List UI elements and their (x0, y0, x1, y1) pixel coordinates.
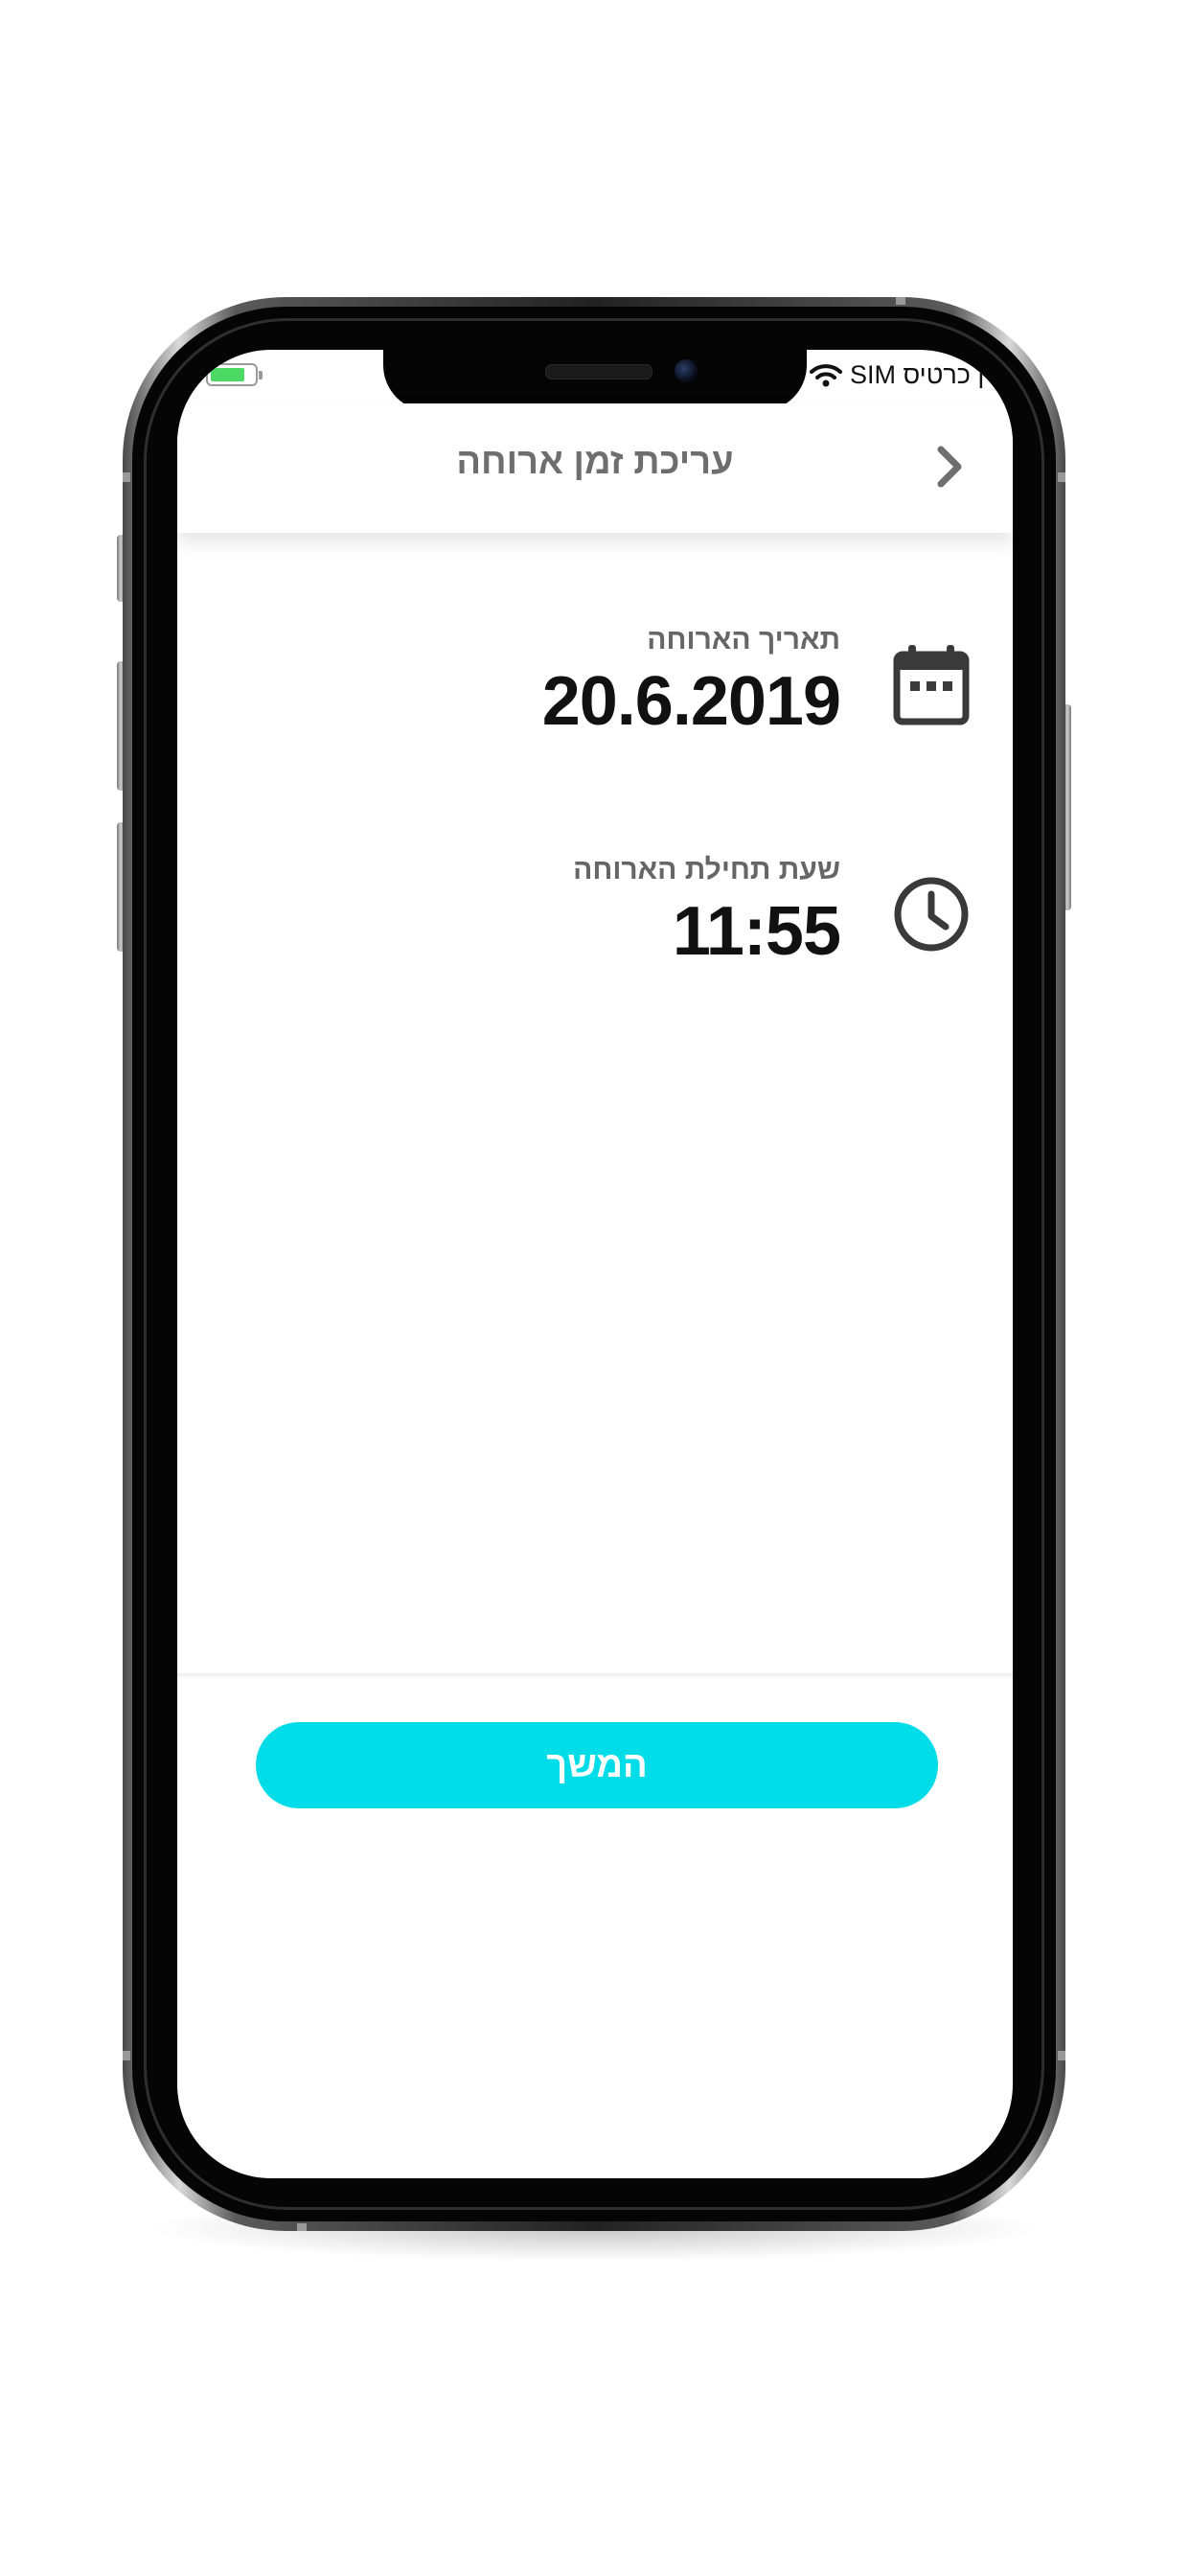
antenna-line (1058, 2051, 1065, 2060)
wifi-icon (810, 364, 842, 387)
antenna-line (123, 2051, 130, 2060)
notch (383, 350, 807, 411)
antenna-line (123, 472, 130, 482)
battery-icon (206, 363, 263, 386)
meal-time-row[interactable]: שעת תחילת הארוחה 11:55 (177, 854, 1013, 1007)
footer-divider (177, 1673, 1013, 1679)
antenna-line (1058, 472, 1065, 482)
antenna-line (297, 2223, 307, 2231)
antenna-line (896, 297, 905, 305)
nav-header: עריכת זמן ארוחה (177, 403, 1013, 533)
main-content: תאריך הארוחה 20.6.2019 שעת תחילת הארוחה … (177, 533, 1013, 1673)
phone-screen: אין כרטיס SIM עריכת זמן ארוחה תאריך הארו… (177, 350, 1013, 2178)
meal-date-value[interactable]: 20.6.2019 (542, 662, 841, 741)
clock-icon (894, 877, 969, 952)
continue-button[interactable]: המשך (256, 1722, 938, 1808)
calendar-icon (893, 645, 970, 725)
meal-date-label: תאריך הארוחה (647, 624, 840, 656)
meal-time-label: שעת תחילת הארוחה (573, 854, 840, 886)
carrier-label: אין כרטיס SIM (850, 360, 1008, 389)
meal-time-value[interactable]: 11:55 (673, 892, 841, 971)
back-chevron-icon[interactable] (929, 442, 968, 492)
page-title: עריכת זמן ארוחה (456, 442, 734, 482)
speaker-grille (545, 364, 652, 380)
front-camera (675, 359, 698, 382)
meal-date-row[interactable]: תאריך הארוחה 20.6.2019 (177, 624, 1013, 777)
